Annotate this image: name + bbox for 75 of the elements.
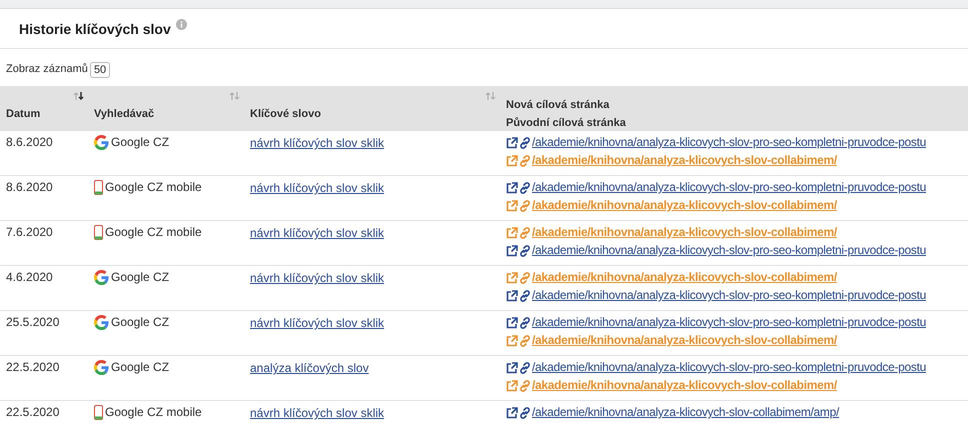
- link-icon: [519, 244, 531, 256]
- search-engine-text: Google CZ: [111, 315, 170, 330]
- landing-page-link[interactable]: /akademie/knihovna/analyza-klicovych-slov-pro-seo-kompletni-pruvodce-postu: [532, 243, 926, 258]
- keyword-link[interactable]: analýza klíčových slov: [250, 361, 369, 375]
- external-link-icon: [506, 244, 518, 256]
- date-text: 22.5.2020: [6, 360, 60, 375]
- external-link-icon: [506, 136, 518, 148]
- search-engine-text: Google CZ mobile: [105, 405, 202, 420]
- link-icon: [519, 380, 531, 392]
- link-icon: [519, 136, 531, 148]
- column-header[interactable]: Vyhledávač: [88, 86, 244, 131]
- keyword-link[interactable]: návrh klíčových slov sklik: [250, 406, 384, 420]
- keyword-link[interactable]: návrh klíčových slov sklik: [250, 226, 384, 240]
- date-text: 8.6.2020: [6, 180, 54, 195]
- external-link-icon: [506, 406, 518, 418]
- page-size-label: Zobraz záznamů: [6, 62, 88, 74]
- page-size-field[interactable]: 50: [90, 62, 110, 78]
- column-label: Klíčové slovo: [250, 108, 322, 120]
- search-engine-text: Google CZ: [111, 135, 170, 150]
- landing-page-link[interactable]: /akademie/knihovna/analyza-klicovych-slov-pro-seo-kompletni-pruvodce-postu: [532, 288, 926, 303]
- date-text: 22.5.2020: [6, 405, 60, 420]
- column-header[interactable]: Datum: [0, 86, 88, 131]
- date-text: 4.6.2020: [6, 270, 54, 285]
- google-icon: [94, 135, 109, 150]
- column-label: Datum: [6, 108, 42, 120]
- external-link-icon: [506, 272, 518, 284]
- column-label: Nová cílová stránka: [506, 98, 610, 110]
- info-icon[interactable]: [176, 19, 187, 30]
- keyword-link[interactable]: návrh klíčových slov sklik: [250, 181, 384, 195]
- phone-icon: [94, 180, 103, 195]
- google-icon: [94, 270, 109, 285]
- column-header[interactable]: Klíčové slovo: [244, 86, 500, 131]
- landing-page-link[interactable]: /akademie/knihovna/analyza-klicovych-slov-pro-seo-kompletni-pruvodce-postu: [532, 135, 926, 150]
- panel-title: Historie klíčových slov: [19, 20, 171, 36]
- link-icon: [519, 226, 531, 238]
- search-engine-text: Google CZ mobile: [105, 225, 202, 240]
- date-text: 7.6.2020: [6, 225, 54, 240]
- link-icon: [519, 406, 531, 418]
- search-engine-text: Google CZ mobile: [105, 180, 202, 195]
- phone-icon: [94, 225, 103, 240]
- link-icon: [519, 362, 531, 374]
- landing-page-link[interactable]: /akademie/knihovna/analyza-klicovych-slov-collabimem/amp/: [532, 405, 840, 420]
- external-link-icon: [506, 154, 518, 166]
- link-icon: [519, 316, 531, 328]
- external-link-icon: [506, 226, 518, 238]
- date-text: 8.6.2020: [6, 135, 54, 150]
- external-link-icon: [506, 362, 518, 374]
- column-label: Vyhledávač: [94, 108, 156, 120]
- external-link-icon: [506, 334, 518, 346]
- link-icon: [519, 290, 531, 302]
- keyword-link[interactable]: návrh klíčových slov sklik: [250, 316, 384, 330]
- google-icon: [94, 360, 109, 375]
- search-engine-text: Google CZ: [111, 360, 170, 375]
- date-text: 25.5.2020: [6, 315, 60, 330]
- link-icon: [519, 272, 531, 284]
- landing-page-link[interactable]: /akademie/knihovna/analyza-klicovych-slov-pro-seo-kompletni-pruvodce-postu: [532, 180, 926, 195]
- external-link-icon: [506, 290, 518, 302]
- link-icon: [519, 334, 531, 346]
- external-link-icon: [506, 316, 518, 328]
- search-engine-text: Google CZ: [111, 270, 170, 285]
- phone-icon: [94, 405, 103, 420]
- link-icon: [519, 200, 531, 212]
- landing-page-link[interactable]: /akademie/knihovna/analyza-klicovych-slov-pro-seo-kompletni-pruvodce-postu: [532, 315, 926, 330]
- external-link-icon: [506, 182, 518, 194]
- google-icon: [94, 315, 109, 330]
- link-icon: [519, 182, 531, 194]
- external-link-icon: [506, 200, 518, 212]
- keyword-link[interactable]: návrh klíčových slov sklik: [250, 271, 384, 285]
- column-header[interactable]: Nová cílová stránka Původní cílová stránka: [500, 86, 968, 131]
- landing-page-link[interactable]: /akademie/knihovna/analyza-klicovych-slov-pro-seo-kompletni-pruvodce-postu: [532, 360, 926, 375]
- external-link-icon: [506, 380, 518, 392]
- column-label: Původní cílová stránka: [506, 116, 627, 128]
- sort-icon[interactable]: [73, 92, 84, 100]
- link-icon: [519, 154, 531, 166]
- keyword-link[interactable]: návrh klíčových slov sklik: [250, 136, 384, 150]
